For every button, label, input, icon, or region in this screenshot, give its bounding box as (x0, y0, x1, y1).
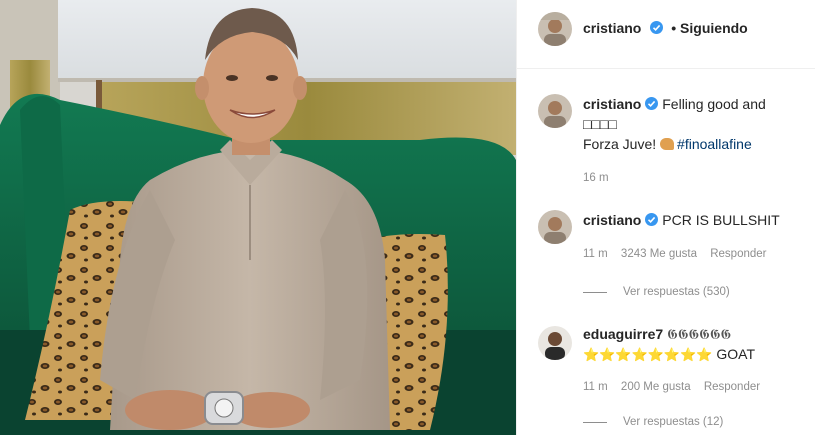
avatar[interactable] (538, 210, 572, 244)
avatar[interactable] (538, 12, 572, 46)
post-side-panel: cristiano • Siguiendo cristiano Felling … (516, 0, 815, 435)
comment-time[interactable]: 11 m (583, 248, 608, 260)
replies-line (583, 421, 607, 423)
follow-status-button[interactable]: • Siguiendo (671, 20, 747, 36)
header-username[interactable]: cristiano (583, 20, 641, 36)
view-replies-label: Ver respuestas (530) (623, 286, 730, 298)
avatar[interactable] (538, 94, 572, 128)
replies-line (583, 291, 607, 293)
star-emojis: ⭐⭐⭐⭐⭐⭐⭐⭐ (583, 347, 713, 362)
caption-time[interactable]: 16 m (583, 172, 609, 184)
caption-text: Felling good and (662, 96, 766, 112)
verified-badge-icon (649, 21, 663, 34)
post-photo[interactable] (0, 0, 516, 435)
verified-badge-icon (645, 213, 659, 226)
hashtag-link[interactable]: #finoallafine (677, 136, 752, 152)
photo-illustration (0, 0, 516, 435)
comment-text: PCR IS BULLSHIT (662, 212, 780, 228)
reply-button[interactable]: Responder (710, 248, 766, 260)
caption-boxes: □□□□ (583, 116, 617, 132)
view-replies-button[interactable]: Ver respuestas (530) (583, 286, 730, 298)
comment-time[interactable]: 11 m (583, 381, 608, 393)
view-replies-label: Ver respuestas (12) (623, 416, 724, 428)
reply-button[interactable]: Responder (704, 381, 760, 393)
comment-username[interactable]: eduaguirre7 (583, 326, 663, 342)
comment-fancy-text: 𝕲𝕲𝕲𝕲𝕲𝕲 (667, 326, 732, 342)
comment-likes[interactable]: 200 Me gusta (621, 381, 691, 393)
comment-text: GOAT (716, 346, 756, 362)
verified-badge-icon (645, 97, 659, 110)
post-header: cristiano • Siguiendo (517, 0, 815, 69)
caption-text-2: Forza Juve! (583, 136, 657, 152)
comment-likes[interactable]: 3243 Me gusta (621, 248, 697, 260)
caption-username[interactable]: cristiano (583, 96, 641, 112)
view-replies-button[interactable]: Ver respuestas (12) (583, 416, 723, 428)
flexed-arm-icon (660, 138, 675, 150)
post-view: cristiano • Siguiendo cristiano Felling … (0, 0, 815, 435)
comment-username[interactable]: cristiano (583, 212, 641, 228)
avatar[interactable] (538, 326, 572, 360)
